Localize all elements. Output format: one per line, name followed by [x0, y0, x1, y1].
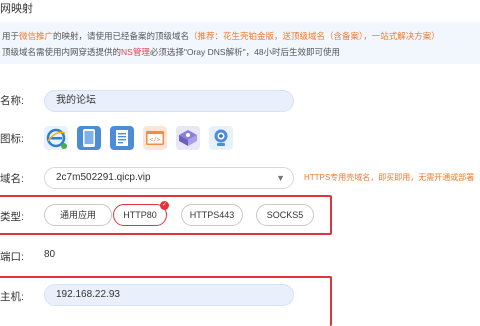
- domain-hint: HTTPS专用壳域名，即买即用，无需开通或部署: [304, 173, 475, 182]
- name-label: 名称:: [0, 95, 24, 107]
- type-label: 类型:: [0, 211, 24, 223]
- document-icon[interactable]: [110, 126, 134, 150]
- tablet-icon[interactable]: [77, 126, 101, 150]
- notice-text: 用于: [2, 31, 20, 41]
- chevron-down-icon: ▼: [276, 173, 285, 183]
- wechat-promo-link[interactable]: 微信推广: [19, 31, 53, 41]
- notice-line-2: 顶级域名需使用内网穿透提供的NS管理必须选择"Oray DNS解析"，48小时后…: [2, 46, 340, 58]
- code-window-icon[interactable]: </>: [143, 126, 167, 150]
- ns-management-link[interactable]: NS管理: [121, 47, 150, 57]
- type-option-label: HTTP80: [123, 210, 157, 220]
- notice-text: 必须选择"Oray DNS解析"，48小时后生效即可使用: [149, 47, 341, 57]
- domain-value: 2c7m502291.qicp.vip: [56, 172, 151, 183]
- icon-label: 图标:: [0, 133, 24, 145]
- type-option-generic[interactable]: 通用应用: [44, 204, 112, 226]
- host-input[interactable]: 192.168.22.93: [44, 284, 294, 306]
- checkmark-icon: ✓: [160, 201, 169, 210]
- notice-text: 的映射，请使用已经备案的顶级域名: [53, 31, 190, 41]
- webcam-icon[interactable]: [209, 126, 233, 150]
- type-option-socks5[interactable]: SOCKS5: [256, 204, 314, 226]
- domain-label: 域名:: [0, 173, 24, 185]
- notice-line-1: 用于微信推广的映射，请使用已经备案的顶级域名（推荐：花生壳铂金版，送顶级域名（含…: [2, 30, 440, 42]
- host-label: 主机:: [0, 291, 24, 303]
- domain-select[interactable]: 2c7m502291.qicp.vip ▼: [44, 167, 294, 189]
- 3d-box-icon[interactable]: [176, 126, 200, 150]
- notice-text: 顶级域名需使用内网穿透提供的: [2, 47, 122, 57]
- name-input[interactable]: 我的论坛: [44, 90, 294, 112]
- type-option-http80[interactable]: HTTP80 ✓: [113, 201, 169, 226]
- port-value: 80: [44, 249, 56, 260]
- port-label: 端口:: [0, 251, 24, 263]
- page-title: 网映射: [0, 3, 33, 15]
- recommend-link[interactable]: （推荐：花生壳铂金版，送顶级域名（含备案），一站式解决方案）: [189, 31, 440, 41]
- notice-banner: 用于微信推广的映射，请使用已经备案的顶级域名（推荐：花生壳铂金版，送顶级域名（含…: [0, 22, 480, 64]
- svg-text:</>: </>: [150, 137, 161, 144]
- type-option-https443[interactable]: HTTPS443: [181, 204, 243, 226]
- ie-browser-icon[interactable]: [44, 126, 68, 150]
